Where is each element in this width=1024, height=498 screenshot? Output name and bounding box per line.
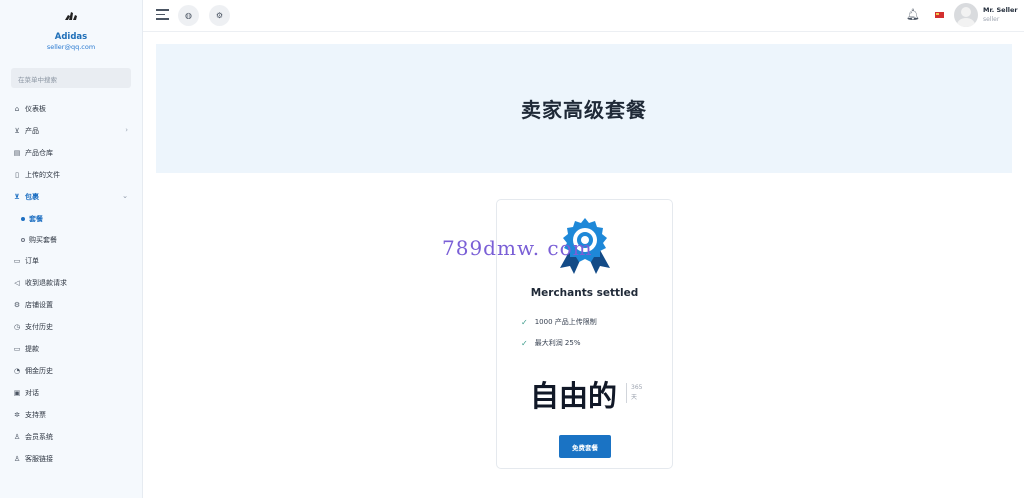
sidebar-item-support-ticket[interactable]: ✲ 支持票 [0,404,142,426]
settings-button[interactable]: ⚙ [209,5,230,26]
support-icon: ✲ [14,411,20,419]
globe-button[interactable]: ◍ [178,5,199,26]
user-name[interactable]: Mr. Seller [983,6,1018,14]
sidebar: Adidas seller@qq.com 在菜单中搜索 ⌂ 仪表板 ⊻ 产品 ›… [0,0,143,498]
warehouse-icon: ▤ [13,149,21,157]
sidebar-item-payment-history[interactable]: ◷ 支付历史 [0,316,142,338]
cart-icon: ⊻ [14,127,20,135]
feature-item: ✓ 最大利润 25% [521,338,581,348]
sidebar-item-label: 对话 [25,389,39,397]
commission-icon: ◔ [13,367,21,375]
sidebar-item-label: 收到退款请求 [25,279,67,287]
shop-name: Adidas [54,32,88,42]
page-title: 卖家高级套餐 [521,98,647,122]
sidebar-item-membership[interactable]: ♙ 会员系统 [0,426,142,448]
sidebar-menu: ⌂ 仪表板 ⊻ 产品 › ▤ 产品仓库 ▯ 上传的文件 ⊻ 包裹 ⌄ 套餐 购买… [0,98,142,470]
chevron-right-icon: › [125,126,128,134]
duration-unit: 天 [631,394,638,401]
sidebar-item-dashboard[interactable]: ⌂ 仪表板 [0,98,142,120]
sidebar-item-refund-requests[interactable]: ◁ 收到退款请求 [0,272,142,294]
history-icon: ◷ [13,323,21,331]
sidebar-item-label: 店铺设置 [25,301,53,309]
sidebar-item-withdraw[interactable]: ▭ 提款 [0,338,142,360]
package-duration: 365 天 [626,383,642,403]
app-root: Adidas seller@qq.com 在菜单中搜索 ⌂ 仪表板 ⊻ 产品 ›… [0,0,1024,498]
sidebar-item-label: 提款 [25,345,39,353]
gear-icon: ⚙ [215,11,224,20]
watermark-text: 789dmw. com [442,236,593,260]
sidebar-item-label: 客服链接 [25,455,53,463]
sidebar-subitem-label: 套餐 [29,214,43,223]
chevron-down-icon: ⌄ [122,192,128,200]
link-icon: ♙ [13,455,21,463]
duration-value: 365 [631,384,643,391]
sidebar-item-shop-settings[interactable]: ⚙ 店铺设置 [0,294,142,316]
feature-label: 最大利润 25% [534,339,581,347]
member-icon: ♙ [13,433,21,441]
sidebar-item-label: 支持票 [25,411,46,419]
sidebar-item-orders[interactable]: ▭ 订单 [0,250,142,272]
sidebar-item-uploaded-files[interactable]: ▯ 上传的文件 [0,164,142,186]
shop-email: seller@qq.com [46,43,96,51]
gear-icon: ⚙ [13,301,21,309]
file-icon: ▯ [15,171,19,179]
sidebar-item-label: 上传的文件 [25,171,60,179]
check-icon: ✓ [521,338,528,348]
refund-icon: ◁ [14,279,20,287]
check-icon: ✓ [521,317,528,327]
sidebar-item-customer-service-link[interactable]: ♙ 客服链接 [0,448,142,470]
feature-item: ✓ 1000 产品上传限制 [521,317,597,327]
sidebar-item-label: 订单 [25,257,39,265]
circle-icon [21,237,25,242]
sidebar-item-label: 产品 [25,127,39,135]
notification-bell-icon[interactable]: 🔔︎ [906,8,920,21]
menu-toggle-icon[interactable] [156,9,169,21]
orders-icon: ▭ [13,257,21,265]
sidebar-item-label: 会员系统 [25,433,53,441]
sidebar-item-conversations[interactable]: ▣ 对话 [0,382,142,404]
sidebar-item-warehouse[interactable]: ▤ 产品仓库 [0,142,142,164]
sidebar-item-commission-history[interactable]: ◔ 佣金历史 [0,360,142,382]
sidebar-item-label: 包裹 [25,193,39,201]
sidebar-item-label: 佣金历史 [25,367,53,375]
package-icon: ⊻ [14,193,20,201]
chat-icon: ▣ [13,389,21,397]
sidebar-subitem-label: 购买套餐 [29,235,57,244]
sidebar-item-packages[interactable]: ⊻ 包裹 ⌄ [0,186,142,208]
language-flag-icon[interactable] [935,12,944,18]
adidas-logo [65,12,77,20]
avatar[interactable] [954,3,978,27]
user-role: seller [983,16,1000,23]
feature-label: 1000 产品上传限制 [534,318,597,326]
home-icon: ⌂ [14,105,20,113]
package-name: Merchants settled [530,287,639,299]
sidebar-subitem-buy-package[interactable]: 购买套餐 [0,229,142,250]
sidebar-subitem-package[interactable]: 套餐 [0,208,142,229]
page-banner: 卖家高级套餐 [156,44,1012,173]
withdraw-icon: ▭ [13,345,21,353]
free-package-button[interactable]: 免费套餐 [559,435,611,458]
topbar: ◍ ⚙ 🔔︎ Mr. Seller seller [143,0,1024,32]
active-dot-icon [21,216,25,221]
package-price: 自由的 [530,379,618,413]
menu-search-input[interactable]: 在菜单中搜索 [11,68,131,88]
sidebar-item-label: 支付历史 [25,323,53,331]
globe-icon: ◍ [185,11,192,20]
sidebar-item-products[interactable]: ⊻ 产品 › [0,120,142,142]
sidebar-item-label: 产品仓库 [25,149,53,157]
sidebar-item-label: 仪表板 [25,105,46,113]
